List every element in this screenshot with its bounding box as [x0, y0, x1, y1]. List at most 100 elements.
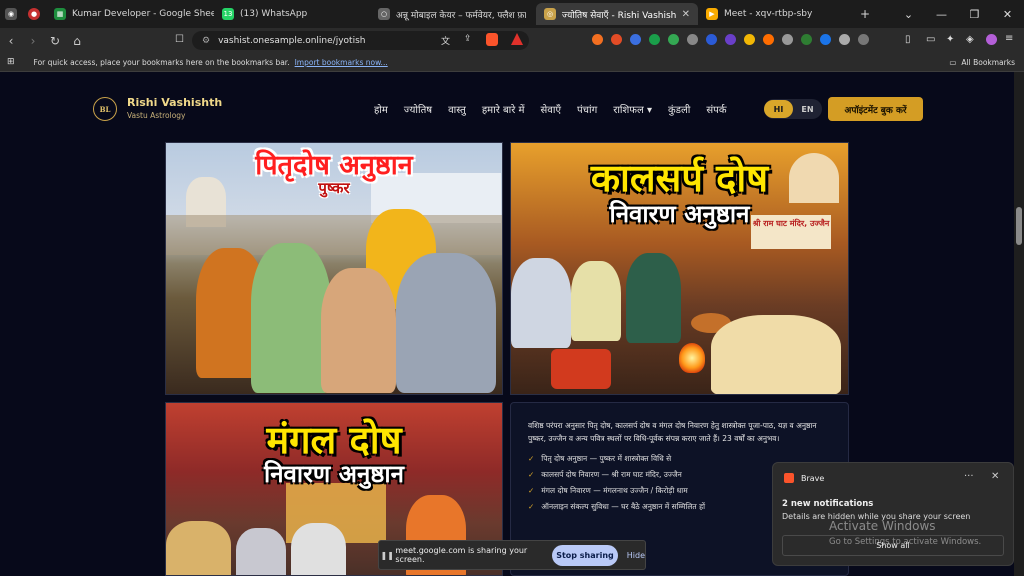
extension-icon[interactable]: [820, 34, 831, 45]
kaalsarp-title: कालसर्प दोष: [590, 156, 769, 200]
kaalsarp-image: श्री राम घाट मंदिर, उज्जैन कालसर्प दोष न…: [510, 142, 849, 395]
page-icon: ○: [378, 8, 390, 20]
devotee-figure: [321, 268, 396, 393]
site-tagline: Vastu Astrology: [127, 111, 186, 120]
nav-vastu[interactable]: वास्तु: [448, 102, 466, 116]
list-item: ✓ मंगल दोष निवारण — मंगलनाथ उज्जैन / किरो…: [528, 486, 705, 502]
leo-icon[interactable]: ✦: [946, 34, 954, 45]
extension-icon[interactable]: [763, 34, 774, 45]
camera-extension-icon[interactable]: [782, 34, 793, 45]
info-description: वशिष्ठ परंपरा अनुसार पितृ दोष, कालसर्प द…: [528, 421, 817, 443]
site-brand[interactable]: Rishi Vashishth: [127, 96, 222, 109]
tab-search-icon[interactable]: ⌄: [892, 8, 925, 21]
record-icon[interactable]: ●: [22, 8, 46, 20]
devotee-figure: [166, 521, 231, 575]
tab-google-sheets[interactable]: ▦ Kumar Developer - Google Sheets: [46, 3, 214, 25]
tab-jyotish-active[interactable]: ◎ ज्योतिष सेवाएँ - Rishi Vashishth Vast …: [536, 3, 698, 25]
lang-hi-button[interactable]: HI: [764, 100, 793, 118]
nav-contact[interactable]: संपर्क: [706, 102, 726, 116]
check-icon: ✓: [528, 502, 535, 511]
close-window-icon[interactable]: ✕: [991, 8, 1024, 21]
extension-icon[interactable]: [687, 34, 698, 45]
page-scrollbar[interactable]: [1014, 72, 1024, 576]
devotee-figure: [291, 523, 346, 575]
scroll-thumb[interactable]: [1016, 207, 1022, 245]
tab-whatsapp[interactable]: 13 (13) WhatsApp: [214, 3, 370, 25]
all-bookmarks[interactable]: ▭ All Bookmarks: [949, 58, 1015, 67]
language-toggle: HI EN: [764, 99, 822, 119]
havan-fire: [679, 343, 705, 373]
profile-avatar[interactable]: [986, 34, 997, 45]
page-icon: ◎: [544, 8, 556, 20]
extension-icon[interactable]: [649, 34, 660, 45]
nav-home[interactable]: होम: [374, 102, 388, 116]
kaalsarp-subtitle: निवारण अनुष्ठान: [609, 200, 750, 228]
bookmarks-bar: ⊞ For quick access, place your bookmarks…: [0, 53, 1024, 72]
import-bookmarks-link[interactable]: Import bookmarks now...: [295, 58, 388, 67]
nav-jyotish[interactable]: ज्योतिष: [404, 102, 432, 116]
extension-icon[interactable]: [858, 34, 869, 45]
lang-en-button[interactable]: EN: [793, 105, 822, 114]
url-field[interactable]: ⚙ vashist.onesample.online/jyotish: [192, 31, 529, 50]
site-info-icon[interactable]: ⚙: [202, 36, 210, 46]
check-icon: ✓: [528, 454, 535, 463]
devotee-figure: [236, 528, 286, 575]
activate-windows-subtitle: Go to Settings to activate Windows.: [829, 537, 982, 547]
activate-windows-title: Activate Windows: [829, 519, 936, 533]
priest-figure: [711, 315, 841, 394]
close-icon[interactable]: ✕: [991, 471, 999, 482]
reload-icon[interactable]: ↻: [44, 34, 66, 48]
extension-icon[interactable]: [630, 34, 641, 45]
stop-sharing-button[interactable]: Stop sharing: [552, 544, 618, 566]
nav-rashifal[interactable]: राशिफल ▾: [613, 102, 652, 116]
sheets-icon: ▦: [54, 8, 66, 20]
translate-icon[interactable]: 文: [441, 34, 450, 47]
new-tab-icon[interactable]: +: [860, 7, 870, 21]
list-item: ✓ पितृ दोष अनुष्ठान — पुष्कर में शास्त्रो…: [528, 454, 705, 470]
maximize-icon[interactable]: ❐: [958, 8, 991, 21]
hide-button[interactable]: Hide: [627, 551, 645, 560]
nav-panchang[interactable]: पंचांग: [577, 102, 597, 116]
extension-icon[interactable]: [592, 34, 603, 45]
services-list: ✓ पितृ दोष अनुष्ठान — पुष्कर में शास्त्रो…: [528, 454, 705, 518]
book-appointment-button[interactable]: अपॉइंटमेंट बुक करें: [828, 97, 923, 121]
tab-firmware[interactable]: ○ अन्नू मोबाइल केयर – फर्मवेयर, फ्लैश फ़…: [370, 3, 536, 25]
nav-kundli[interactable]: कुंडली: [668, 102, 690, 116]
puzzle-icon[interactable]: [839, 34, 850, 45]
screen-share-bar: ❚❚ meet.google.com is sharing your scree…: [378, 540, 646, 570]
extension-icon[interactable]: [668, 34, 679, 45]
nav-services[interactable]: सेवाएँ: [541, 102, 561, 116]
drag-handle-icon[interactable]: ❚❚: [379, 551, 395, 560]
brave-shields-icon[interactable]: [486, 33, 498, 46]
apps-icon[interactable]: ⊞: [7, 57, 15, 67]
extension-icon[interactable]: [801, 34, 812, 45]
browser-menu-icon[interactable]: ◉: [0, 8, 22, 20]
share-icon[interactable]: ⇪: [464, 34, 472, 44]
devotee-figure: [396, 253, 496, 393]
notification-title: 2 new notifications: [782, 499, 874, 509]
more-options-icon[interactable]: ···: [964, 471, 974, 482]
extension-icon[interactable]: [744, 34, 755, 45]
toolbar: ‹ › ↻ ⌂ ☐ ⚙ vashist.onesample.online/jyo…: [0, 28, 1024, 53]
site-logo[interactable]: BL: [93, 97, 117, 121]
devotee-figure: [251, 243, 331, 393]
extension-icon[interactable]: [611, 34, 622, 45]
nav-about[interactable]: हमारे बारे में: [482, 102, 525, 116]
minimize-icon[interactable]: —: [925, 8, 958, 21]
tab-meet[interactable]: ▶ Meet - xqv-rtbp-sby: [698, 3, 848, 25]
pitrudosh-subtitle: पुष्कर: [318, 179, 350, 197]
back-icon[interactable]: ‹: [0, 34, 22, 48]
extension-icon[interactable]: [706, 34, 717, 45]
menu-icon[interactable]: ≡: [1005, 33, 1013, 44]
sidebar-icon[interactable]: ▯: [905, 34, 911, 45]
vpn-icon[interactable]: ◈: [966, 34, 974, 45]
extension-icon[interactable]: [725, 34, 736, 45]
forward-icon[interactable]: ›: [22, 34, 44, 48]
bookmark-icon[interactable]: ☐: [175, 34, 184, 45]
wallet-icon[interactable]: ▭: [926, 34, 935, 45]
window-controls: ⌄ — ❐ ✕: [892, 0, 1024, 28]
devotee-figure: [571, 261, 621, 341]
close-icon[interactable]: ✕: [682, 9, 690, 20]
notification-toast: Brave ··· ✕ 2 new notifications Details …: [772, 462, 1014, 566]
home-icon[interactable]: ⌂: [66, 34, 88, 48]
